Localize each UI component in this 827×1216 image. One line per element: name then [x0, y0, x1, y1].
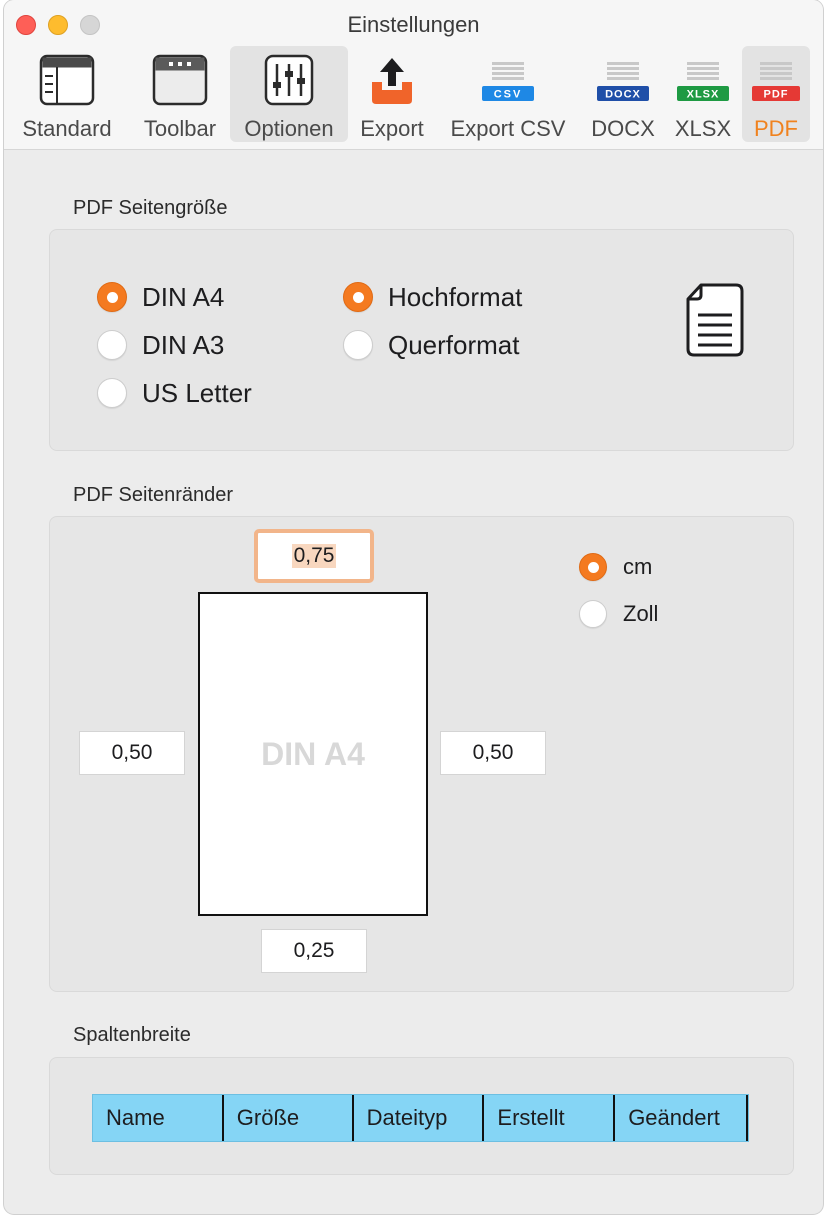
margin-top-value: 0,75 — [291, 544, 337, 568]
radio-label: DIN A4 — [142, 281, 225, 312]
page-size-panel: DIN A4 DIN A3 US Letter Hochformat Querf… — [49, 229, 794, 451]
toolbar-item-export[interactable]: Export — [350, 46, 434, 142]
toolbar-item-label: PDF — [754, 116, 798, 141]
svg-text:XLSX: XLSX — [687, 89, 720, 101]
csv-file-icon: CSV — [480, 52, 536, 113]
column-header-created[interactable]: Erstellt — [484, 1095, 616, 1141]
column-header-size[interactable]: Größe — [224, 1095, 354, 1141]
radio-button[interactable] — [579, 600, 607, 628]
radio-button[interactable] — [343, 330, 373, 360]
radio-us-letter[interactable]: US Letter — [97, 376, 252, 410]
margin-left-field[interactable]: 0,50 — [79, 731, 185, 775]
radio-button[interactable] — [97, 330, 127, 360]
margins-section-label: PDF Seitenränder — [73, 484, 234, 506]
radio-button[interactable] — [343, 282, 373, 312]
toolbar-icon — [152, 52, 208, 113]
column-header-modified[interactable]: Geändert — [615, 1095, 748, 1141]
page-preview-label: DIN A4 — [261, 735, 365, 772]
column-header-bar: Name Größe Dateityp Erstellt Geändert — [92, 1094, 749, 1142]
toolbar-item-label: DOCX — [591, 116, 655, 141]
window-layout-icon — [39, 52, 95, 113]
column-width-section-label: Spaltenbreite — [73, 1024, 191, 1046]
radio-unit-zoll[interactable]: Zoll — [579, 597, 658, 631]
radio-label: cm — [623, 554, 653, 579]
toolbar-item-label: Optionen — [244, 116, 334, 141]
radio-button[interactable] — [579, 553, 607, 581]
pdf-file-icon: PDF — [748, 52, 804, 113]
radio-label: Hochformat — [388, 281, 523, 312]
toolbar-item-docx[interactable]: DOCX DOCX — [582, 46, 664, 142]
radio-label: Querformat — [388, 329, 520, 360]
radio-hochformat[interactable]: Hochformat — [343, 280, 522, 314]
toolbar-item-toolbar[interactable]: Toolbar — [132, 46, 228, 142]
toolbar-item-label: Export — [360, 116, 424, 141]
toolbar-item-label: Export CSV — [450, 116, 566, 141]
toolbar-item-optionen[interactable]: Optionen — [230, 46, 348, 142]
radio-din-a3[interactable]: DIN A3 — [97, 328, 224, 362]
column-header-type[interactable]: Dateityp — [354, 1095, 485, 1141]
radio-label: US Letter — [142, 377, 252, 408]
title-bar: Einstellungen Standard Toolbar Optionen … — [4, 0, 823, 150]
radio-label: DIN A3 — [142, 329, 225, 360]
radio-button[interactable] — [97, 378, 127, 408]
toolbar-item-standard[interactable]: Standard — [10, 46, 124, 142]
radio-button[interactable] — [97, 282, 127, 312]
portrait-document-icon — [684, 283, 746, 362]
column-header-name[interactable]: Name — [93, 1095, 224, 1141]
toolbar-item-pdf[interactable]: PDF PDF — [742, 46, 810, 142]
margin-right-field[interactable]: 0,50 — [440, 731, 546, 775]
toolbar-item-label: XLSX — [674, 116, 732, 141]
page-preview: DIN A4 — [198, 592, 428, 916]
toolbar-item-label: Toolbar — [143, 116, 217, 141]
toolbar-item-xlsx[interactable]: XLSX XLSX — [668, 46, 738, 142]
svg-text:CSV: CSV — [494, 89, 523, 101]
svg-text:PDF: PDF — [764, 89, 789, 101]
sliders-icon — [261, 52, 317, 113]
xlsx-file-icon: XLSX — [675, 52, 731, 113]
svg-text:DOCX: DOCX — [605, 89, 641, 101]
toolbar-item-export-csv[interactable]: CSV Export CSV — [440, 46, 576, 142]
window-title: Einstellungen — [347, 12, 480, 37]
page-size-section-label: PDF Seitengröße — [73, 197, 228, 219]
docx-file-icon: DOCX — [595, 52, 651, 113]
toolbar-item-label: Standard — [22, 116, 112, 141]
preferences-window: Einstellungen Standard Toolbar Optionen … — [4, 0, 823, 1214]
margin-top-field[interactable]: 0,75 — [254, 529, 374, 583]
export-tray-icon — [364, 52, 420, 113]
radio-querformat[interactable]: Querformat — [343, 328, 520, 362]
margin-bottom-field[interactable]: 0,25 — [261, 929, 367, 973]
radio-din-a4[interactable]: DIN A4 — [97, 280, 224, 314]
radio-unit-cm[interactable]: cm — [579, 550, 652, 584]
radio-label: Zoll — [623, 601, 659, 626]
